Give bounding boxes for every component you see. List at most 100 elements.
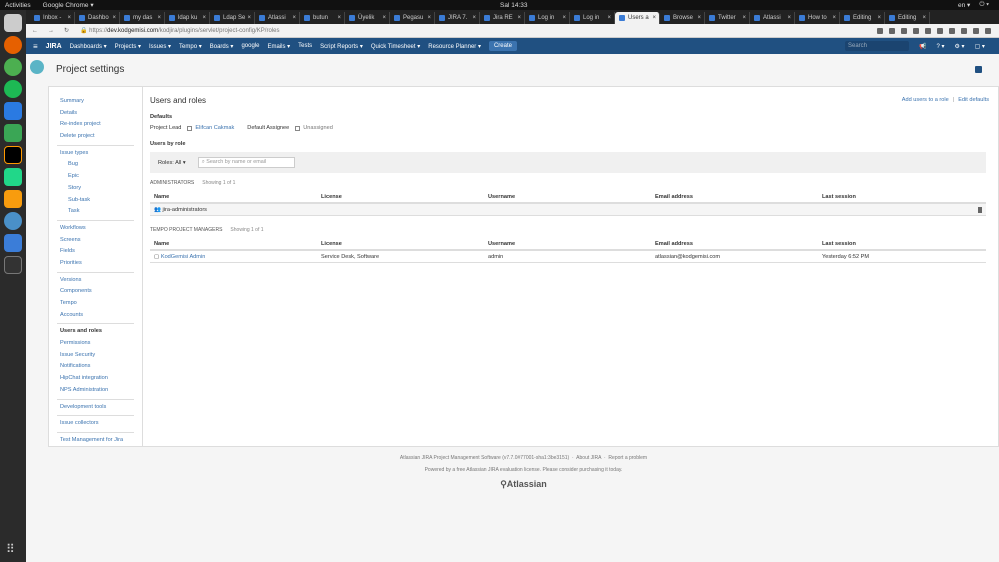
browser-tab[interactable]: Twitter × — [705, 12, 750, 24]
nav-item[interactable]: Tempo ▾ — [179, 43, 202, 50]
close-icon[interactable]: × — [292, 15, 296, 21]
sidebar-item[interactable]: Epic — [49, 171, 142, 183]
create-button[interactable]: Create — [488, 41, 517, 51]
sidebar-item[interactable]: Sub-task — [49, 195, 142, 207]
nav-item[interactable]: Script Reports ▾ — [320, 43, 363, 50]
nav-item[interactable]: Boards ▾ — [210, 43, 234, 50]
nav-item[interactable]: Resource Planner ▾ — [428, 43, 481, 50]
extension-icons[interactable] — [877, 27, 991, 34]
user-search-input[interactable]: ⌕ Search by name or email — [197, 157, 295, 168]
browser-tab[interactable]: Log in × — [570, 12, 615, 24]
browser-tab[interactable]: Users a × — [615, 12, 660, 24]
close-icon[interactable]: × — [607, 15, 611, 21]
browser-tab[interactable]: Pegasu × — [390, 12, 435, 24]
editor-icon[interactable] — [4, 234, 22, 252]
files-icon[interactable] — [4, 14, 22, 32]
avatar[interactable]: ▢ ▾ — [975, 43, 985, 50]
browser-tab[interactable]: Editing × — [840, 12, 885, 24]
sidebar-item[interactable]: Versions — [49, 275, 142, 287]
sidebar-item[interactable]: Summary — [49, 96, 142, 108]
close-icon[interactable]: × — [742, 15, 746, 21]
help-icon[interactable]: ? ▾ — [936, 43, 944, 50]
system-tray[interactable]: en ▾ ⏻ ▾ — [958, 1, 989, 9]
browser-tab[interactable]: Ldap Se × — [210, 12, 255, 24]
browser-tab[interactable]: Atlassi × — [255, 12, 300, 24]
activities-button[interactable]: Activities — [5, 2, 31, 9]
project-avatar[interactable] — [30, 60, 44, 74]
browser-tab[interactable]: Atlassi × — [750, 12, 795, 24]
nav-item[interactable]: Emails ▾ — [267, 43, 290, 50]
close-icon[interactable]: × — [337, 15, 341, 21]
browser-tab[interactable]: Jira RE × — [480, 12, 525, 24]
sidebar-item[interactable]: Re-index project — [49, 119, 142, 131]
nav-item[interactable]: google — [241, 43, 259, 50]
nav-item[interactable]: Dashboards ▾ — [70, 43, 107, 50]
trash-icon[interactable] — [978, 206, 982, 213]
nav-item[interactable]: Issues ▾ — [149, 43, 171, 50]
url-field[interactable]: 🔒 https://dev.kodgemisi.com/kodjira/plug… — [80, 27, 279, 34]
sidebar-item[interactable]: Users and roles — [49, 326, 142, 338]
sidebar-item[interactable]: NPS Administration — [49, 385, 142, 397]
sidebar-item[interactable]: Story — [49, 183, 142, 195]
app-icon[interactable] — [4, 212, 22, 230]
search-input[interactable]: Search — [845, 41, 909, 51]
close-icon[interactable]: × — [517, 15, 521, 21]
calc-icon[interactable] — [4, 124, 22, 142]
close-icon[interactable]: × — [697, 15, 701, 21]
intellij-icon[interactable] — [4, 146, 22, 164]
add-users-to-role-link[interactable]: Add users to a role — [902, 97, 949, 103]
sidebar-item[interactable]: Permissions — [49, 338, 142, 350]
user-link[interactable]: KodGemisi Admin — [161, 254, 205, 260]
sidebar-item[interactable]: Notifications — [49, 361, 142, 373]
browser-tab[interactable]: Üyelik × — [345, 12, 390, 24]
notifications-icon[interactable]: 📢 — [919, 43, 926, 50]
gear-icon[interactable]: ⚙ ▾ — [955, 43, 965, 50]
nav-item[interactable]: Tests — [298, 43, 312, 50]
close-icon[interactable]: × — [787, 15, 791, 21]
feedback-icon[interactable] — [975, 66, 982, 73]
browser-tab[interactable]: JIRA 7. × — [435, 12, 480, 24]
sidebar-item[interactable]: HipChat integration — [49, 373, 142, 385]
sidebar-item[interactable]: Details — [49, 108, 142, 120]
browser-tab[interactable]: ldap ku × — [165, 12, 210, 24]
browser-tab[interactable]: Inbox - × — [30, 12, 75, 24]
browser-tab[interactable]: Dashbo × — [75, 12, 120, 24]
browser-tab[interactable]: my das × — [120, 12, 165, 24]
pycharm-icon[interactable] — [4, 168, 22, 186]
close-icon[interactable]: × — [562, 15, 566, 21]
nav-item[interactable]: Projects ▾ — [115, 43, 141, 50]
sidebar-item[interactable]: Accounts — [49, 310, 142, 322]
language-indicator[interactable]: en ▾ — [958, 1, 970, 9]
sidebar-item[interactable]: Priorities — [49, 258, 142, 270]
browser-tab[interactable]: How to × — [795, 12, 840, 24]
close-icon[interactable]: × — [247, 15, 251, 21]
about-jira-link[interactable]: About JIRA — [576, 455, 601, 461]
app-switcher-icon[interactable]: ≡ — [33, 42, 38, 51]
roles-dropdown[interactable]: Roles: All ▾ — [158, 160, 186, 166]
sidebar-item[interactable]: Bug — [49, 159, 142, 171]
nav-item[interactable]: Quick Timesheet ▾ — [371, 43, 420, 50]
browser-tab[interactable]: Browse × — [660, 12, 705, 24]
terminal-icon[interactable] — [4, 256, 22, 274]
close-icon[interactable]: × — [472, 15, 476, 21]
clock[interactable]: Sal 14:33 — [500, 2, 527, 9]
report-problem-link[interactable]: Report a problem — [608, 455, 647, 461]
close-icon[interactable]: × — [877, 15, 881, 21]
sidebar-item[interactable]: Fields — [49, 246, 142, 258]
browser-tab[interactable]: Log in × — [525, 12, 570, 24]
close-icon[interactable]: × — [202, 15, 206, 21]
back-icon[interactable]: ← — [32, 28, 42, 34]
sidebar-item[interactable]: Delete project — [49, 131, 142, 143]
close-icon[interactable]: × — [922, 15, 926, 21]
close-icon[interactable]: × — [832, 15, 836, 21]
project-lead-link[interactable]: Elifcan Cakmak — [195, 125, 234, 131]
spotify-icon[interactable] — [4, 80, 22, 98]
writer-icon[interactable] — [4, 102, 22, 120]
close-icon[interactable]: × — [382, 15, 386, 21]
close-icon[interactable]: × — [112, 15, 116, 21]
edit-defaults-link[interactable]: Edit defaults — [958, 97, 989, 103]
app-menu[interactable]: Google Chrome ▾ — [43, 1, 94, 9]
sidebar-item[interactable]: Screens — [49, 235, 142, 247]
power-icon[interactable]: ⏻ ▾ — [979, 1, 989, 9]
browser-tab[interactable]: butun × — [300, 12, 345, 24]
